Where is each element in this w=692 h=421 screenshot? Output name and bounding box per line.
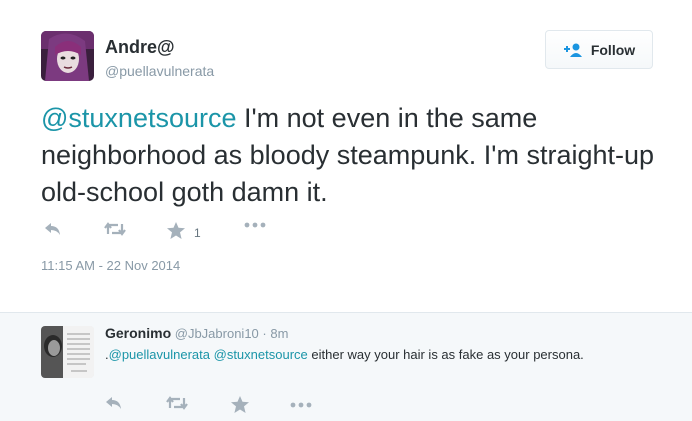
mention-link[interactable]: @stuxnetsource xyxy=(41,103,237,133)
add-user-icon xyxy=(563,43,583,57)
favorite-count: 1 xyxy=(194,226,201,240)
reply-author-name[interactable]: Geronimo xyxy=(105,325,171,341)
reply-header: Geronimo @JbJabroni10 · 8m xyxy=(105,325,288,341)
reply-text: .@puellavulnerata @stuxnetsource either … xyxy=(105,345,585,365)
reply-mention-2[interactable]: @stuxnetsource xyxy=(214,347,308,362)
reply-mention-1[interactable]: @puellavulnerata xyxy=(109,347,210,362)
reply-age[interactable]: 8m xyxy=(270,326,288,341)
reply-tweet[interactable]: Geronimo @JbJabroni10 · 8m .@puellavulne… xyxy=(0,312,692,421)
reply-icon[interactable] xyxy=(44,222,62,236)
reply-author-handle[interactable]: @JbJabroni10 xyxy=(175,326,259,341)
favorite-button[interactable]: 1 xyxy=(167,222,201,244)
follow-button[interactable]: Follow xyxy=(545,30,653,69)
author-name[interactable]: Andre@ xyxy=(105,37,175,58)
reply-favorite-icon[interactable] xyxy=(231,396,249,413)
reply-body: either way your hair is as fake as your … xyxy=(307,347,584,362)
reply-more-icon[interactable] xyxy=(290,402,312,408)
author-avatar[interactable] xyxy=(41,31,94,81)
follow-label: Follow xyxy=(590,41,636,58)
favorite-icon xyxy=(167,222,185,244)
tweet-timestamp[interactable]: 11:15 AM - 22 Nov 2014 xyxy=(41,258,180,273)
reply-avatar[interactable] xyxy=(41,326,94,378)
more-icon[interactable] xyxy=(244,222,266,228)
author-handle[interactable]: @puellavulnerata xyxy=(105,63,214,79)
reply-reply-icon[interactable] xyxy=(105,396,123,410)
reply-separator: · xyxy=(262,326,267,341)
retweet-icon[interactable] xyxy=(104,222,126,236)
tweet-text: @stuxnetsource I'm not even in the same … xyxy=(41,100,661,211)
main-tweet: Andre@ @puellavulnerata Follow @stuxnets… xyxy=(0,0,692,312)
reply-retweet-icon[interactable] xyxy=(166,396,188,410)
